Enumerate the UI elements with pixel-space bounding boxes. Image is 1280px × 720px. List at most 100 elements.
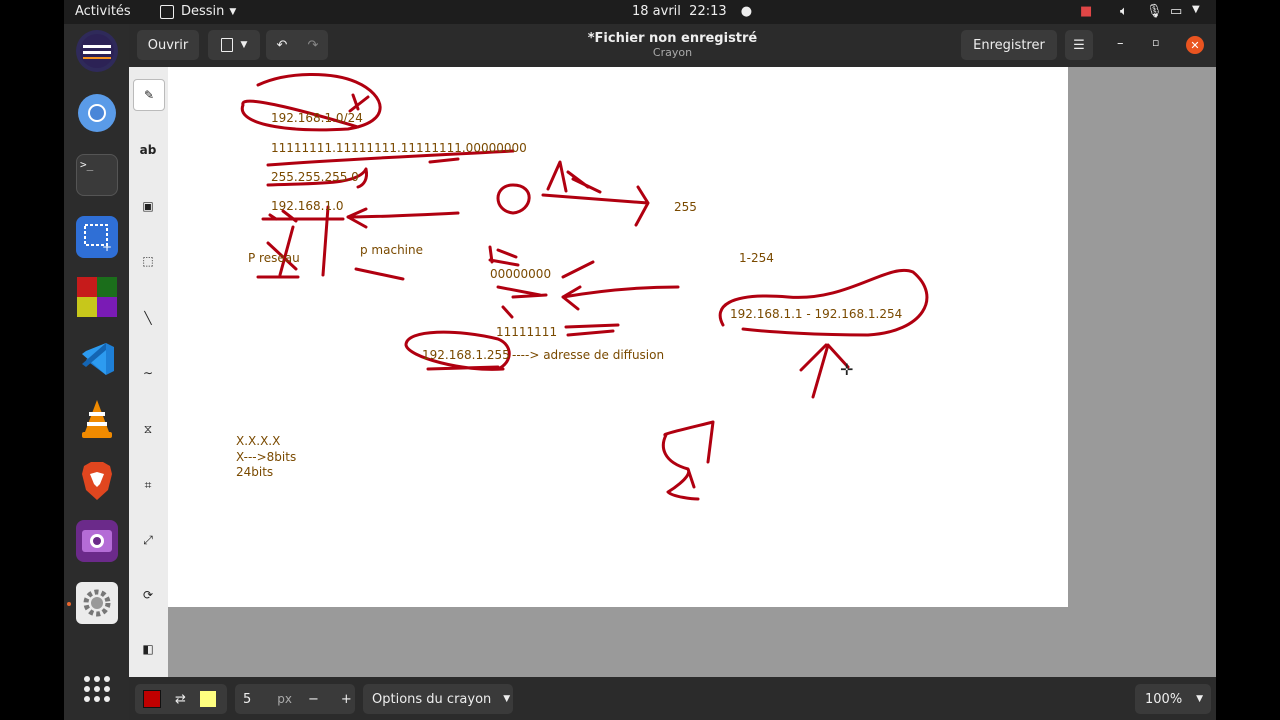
main-color-button[interactable] bbox=[143, 690, 161, 708]
canvas-text-zeros: 00000000 bbox=[490, 267, 552, 281]
hamburger-icon: ☰ bbox=[1073, 37, 1085, 53]
main-menu-button[interactable]: ☰ bbox=[1065, 30, 1093, 60]
letterbox-right bbox=[1216, 0, 1280, 720]
vscode-icon[interactable] bbox=[76, 338, 118, 380]
stroke-arrow-net bbox=[346, 207, 460, 229]
chevron-down-icon: ▼ bbox=[1196, 694, 1204, 704]
game-icon[interactable] bbox=[76, 276, 118, 318]
chevron-down-icon: ▼ bbox=[503, 694, 511, 704]
terminal-icon[interactable]: >_ bbox=[76, 154, 118, 196]
shape-icon: ⧖ bbox=[143, 421, 153, 436]
secondary-color-button[interactable] bbox=[199, 691, 216, 707]
shape-tool[interactable]: ⧖ bbox=[133, 414, 163, 444]
text-icon: ab bbox=[139, 143, 157, 157]
clock-date: 18 avril bbox=[632, 4, 681, 19]
volume-icon[interactable]: 🔈︎ bbox=[1120, 4, 1128, 19]
minimize-button[interactable]: – bbox=[1117, 36, 1124, 51]
drawing-window: Ouvrir ▼ ↶ ↷ *Fichier non enregistré Cra… bbox=[129, 24, 1216, 720]
rotate-icon: ⟳ bbox=[142, 588, 154, 602]
close-button[interactable]: ✕ bbox=[1186, 36, 1204, 54]
zoom-dropdown[interactable]: 100% ▼ bbox=[1135, 684, 1211, 714]
pencil-tool[interactable]: ✎ bbox=[133, 79, 165, 111]
filters-tool[interactable]: ◧ bbox=[133, 634, 163, 664]
curve-tool[interactable]: ∼ bbox=[133, 358, 163, 388]
increase-size-button[interactable]: + bbox=[341, 692, 352, 707]
stroke-arrow-zeros bbox=[561, 285, 680, 311]
canvas-text-8bits: X--->8bits bbox=[236, 450, 297, 464]
stroke-arrow-cidr bbox=[348, 93, 370, 113]
stroke-arrow-right bbox=[541, 185, 650, 227]
stroke-scribble bbox=[546, 160, 602, 194]
close-icon: ✕ bbox=[1190, 38, 1200, 52]
stroke-zeros-underline bbox=[496, 285, 548, 319]
system-top-bar: Activités Dessin ▼ 18 avril 22:13 ● ■ 🔈︎… bbox=[64, 0, 1216, 24]
canvas-text-range-count: 1-254 bbox=[739, 251, 774, 265]
tools-sidebar: ✎ ab ▣ ⬚ ╲ ∼ ⧖ ⌗ ⤢ ⟳ ◧ bbox=[129, 67, 169, 677]
drawing-app-icon bbox=[160, 4, 174, 19]
zoom-level: 100% bbox=[1145, 691, 1183, 707]
stroke-vertical-divider bbox=[321, 205, 330, 277]
canvas-text-network: 192.168.1.0 bbox=[271, 199, 344, 213]
scale-tool[interactable]: ⤢ bbox=[133, 525, 163, 555]
crop-tool[interactable]: ⌗ bbox=[133, 470, 163, 500]
dock: >_ + bbox=[64, 24, 129, 720]
chromium-icon[interactable] bbox=[76, 92, 118, 134]
drawing-canvas[interactable]: 192.168.1.0/24 11111111.11111111.1111111… bbox=[168, 67, 1068, 607]
stroke-machine-underline bbox=[354, 267, 405, 281]
color-group: ⇄ bbox=[135, 684, 227, 714]
activities-button[interactable]: Activités bbox=[75, 4, 131, 19]
stroke-ones-underline bbox=[564, 323, 620, 337]
canvas-text-ones: 11111111 bbox=[496, 325, 558, 339]
canvas-text-255: 255 bbox=[674, 200, 697, 214]
stroke-circle bbox=[496, 183, 531, 215]
size-spinbutton[interactable]: 5 px − + bbox=[235, 684, 355, 714]
canvas-text-mask-binary: 11111111.11111111.11111111.00000000 bbox=[271, 141, 527, 155]
crop-icon: ⌗ bbox=[144, 477, 152, 492]
microphone-icon[interactable]: 🎙︎ bbox=[1146, 4, 1163, 19]
app-menu-label: Dessin bbox=[181, 4, 225, 19]
system-menu-chevron-icon[interactable]: ▼ bbox=[1192, 4, 1200, 15]
canvas-area: 192.168.1.0/24 11111111.11111111.1111111… bbox=[168, 67, 1216, 677]
text-tool[interactable]: ab bbox=[133, 135, 163, 165]
exchange-colors-icon[interactable]: ⇄ bbox=[175, 692, 186, 707]
network-icon[interactable]: ▭ bbox=[1170, 4, 1182, 19]
clock-time: 22:13 bbox=[689, 4, 727, 19]
show-applications-icon[interactable] bbox=[76, 668, 118, 710]
scale-icon: ⤢ bbox=[143, 532, 153, 547]
tool-options-dropdown[interactable]: Options du crayon ▼ bbox=[363, 684, 513, 714]
maximize-button[interactable]: ▫ bbox=[1152, 36, 1159, 49]
free-select-tool[interactable]: ⬚ bbox=[133, 246, 163, 276]
canvas-text-cidr: 192.168.1.0/24 bbox=[271, 111, 363, 125]
filters-icon: ◧ bbox=[142, 642, 154, 656]
screen-recording-icon[interactable]: ■ bbox=[1080, 4, 1092, 19]
rotate-tool[interactable]: ⟳ bbox=[133, 580, 163, 610]
save-button[interactable]: Enregistrer bbox=[961, 30, 1057, 60]
canvas-text-24bits: 24bits bbox=[236, 465, 274, 479]
stroke-ellipse-range bbox=[718, 268, 929, 337]
clock[interactable]: 18 avril 22:13 ● bbox=[632, 4, 752, 19]
tool-options-label: Options du crayon bbox=[372, 691, 492, 707]
screen-recorder-icon[interactable] bbox=[76, 520, 118, 562]
decrease-size-button[interactable]: − bbox=[308, 692, 319, 707]
rect-select-tool[interactable]: ▣ bbox=[133, 191, 163, 221]
stroke-underline-mask2 bbox=[428, 157, 460, 164]
header-bar: Ouvrir ▼ ↶ ↷ *Fichier non enregistré Cra… bbox=[129, 24, 1216, 67]
canvas-text-p-reseau: P reseau bbox=[248, 251, 300, 265]
vlc-icon[interactable] bbox=[76, 398, 118, 440]
screenshot-icon[interactable]: + bbox=[76, 216, 118, 258]
running-indicator bbox=[67, 602, 71, 606]
app-menu[interactable]: Dessin ▼ bbox=[160, 4, 236, 19]
size-unit: px bbox=[277, 692, 292, 706]
free-select-icon: ⬚ bbox=[142, 254, 154, 268]
line-icon: ╲ bbox=[144, 311, 152, 325]
size-value[interactable]: 5 bbox=[243, 692, 251, 707]
curve-icon: ∼ bbox=[142, 366, 154, 380]
pencil-icon: ✎ bbox=[143, 88, 155, 102]
canvas-text-xxxx: X.X.X.X bbox=[236, 434, 281, 448]
eclipse-icon[interactable] bbox=[76, 30, 118, 72]
brave-icon[interactable] bbox=[76, 460, 118, 502]
line-tool[interactable]: ╲ bbox=[133, 303, 163, 333]
settings-icon[interactable] bbox=[76, 582, 118, 624]
canvas-text-broadcast-ip: 192.168.1.255 bbox=[422, 348, 510, 362]
stroke-glass bbox=[661, 420, 715, 501]
